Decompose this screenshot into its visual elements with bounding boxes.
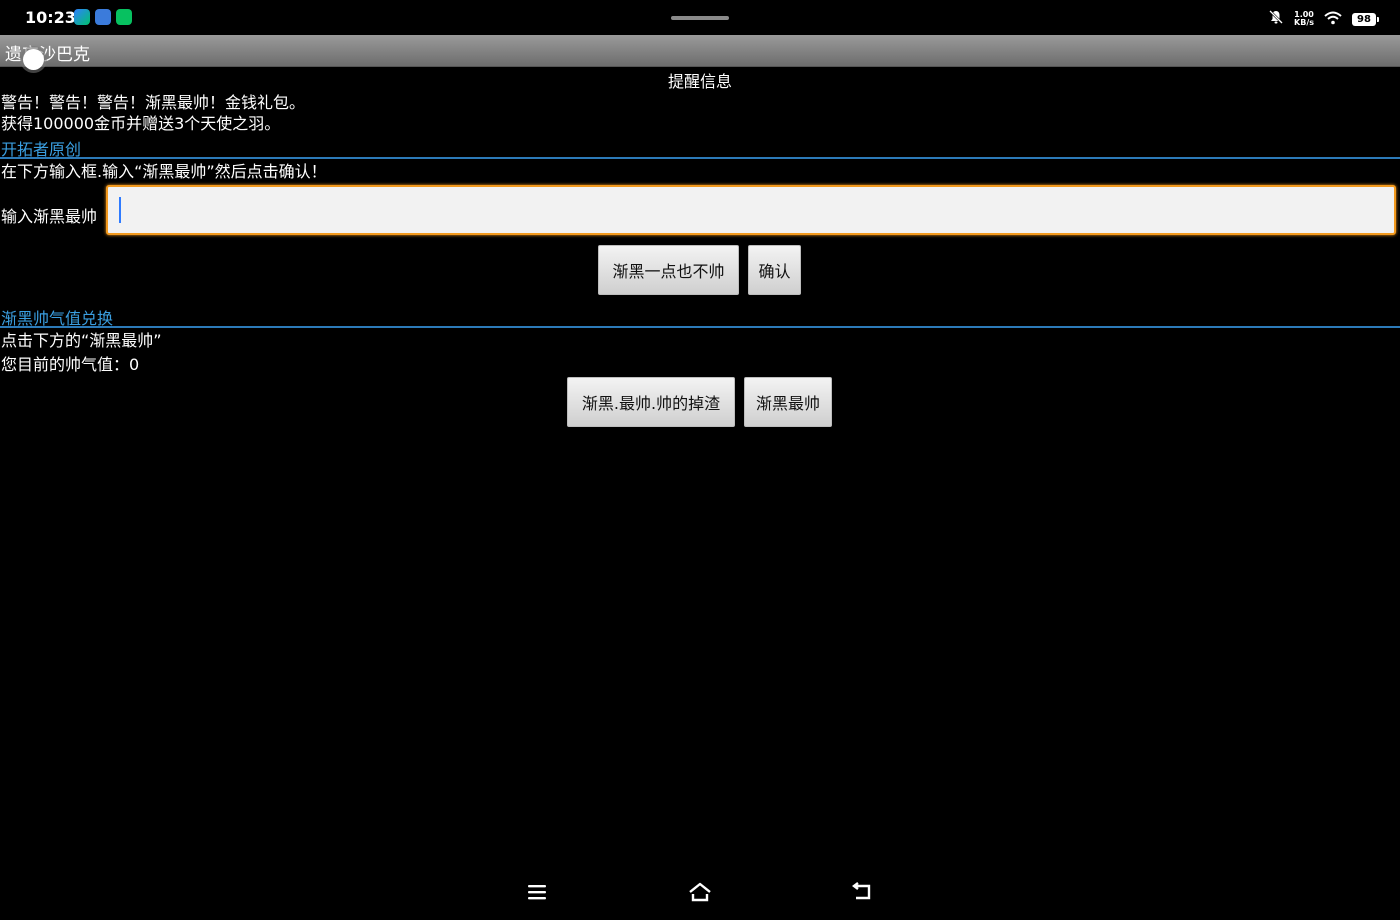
warning-line-2: 获得100000金币并赠送3个天使之羽。: [1, 114, 281, 133]
input-label: 输入渐黑最帅: [1, 207, 98, 226]
wechat-icon: [116, 9, 132, 25]
navigation-bar: [0, 864, 1400, 920]
warning-line-1: 警告！警告！警告！渐黑最帅！金钱礼包。: [1, 93, 306, 112]
menu-button[interactable]: [517, 874, 557, 910]
status-right-icons: 1.00 KB/s 98: [1268, 9, 1379, 29]
status-time: 10:23: [25, 8, 76, 27]
back-button[interactable]: [842, 874, 882, 910]
screen: 10:23 1.00 KB/s 98 遗忘沙巴克 提醒信息 警告！警告！警告！渐…: [0, 0, 1400, 920]
app-title: 遗忘沙巴克: [5, 45, 90, 65]
section-divider: [0, 326, 1400, 328]
wifi-icon: [1324, 10, 1342, 29]
menu-icon: [528, 885, 546, 900]
not-handsome-button[interactable]: 渐黑一点也不帅: [598, 245, 739, 295]
confirm-button[interactable]: 确认: [748, 245, 801, 295]
text-input-box[interactable]: [106, 185, 1396, 235]
points-value-line: 您目前的帅气值：0: [1, 355, 140, 374]
text-caret: [119, 197, 121, 223]
net-speed-unit: KB/s: [1294, 18, 1314, 27]
section-divider: [0, 157, 1400, 159]
dialog-title: 提醒信息: [667, 72, 732, 91]
input-instruction: 在下方输入框.输入“渐黑最帅”然后点击确认！: [1, 162, 327, 181]
keyword-input[interactable]: [108, 187, 1394, 233]
home-icon: [689, 882, 711, 902]
net-speed: 1.00 KB/s: [1294, 11, 1314, 27]
bell-muted-icon: [1268, 9, 1284, 29]
super-handsome-button[interactable]: 渐黑.最帅.帅的掉渣: [567, 377, 735, 427]
exchange-instruction: 点击下方的“渐黑最帅”: [1, 331, 162, 350]
touch-indicator: [23, 49, 44, 70]
window-handle[interactable]: [671, 16, 729, 20]
app-title-bar: 遗忘沙巴克: [0, 35, 1400, 67]
notification-icons: [74, 9, 132, 25]
play-store-icon: [74, 9, 90, 25]
home-button[interactable]: [680, 874, 720, 910]
back-icon: [852, 882, 871, 900]
status-bar: 10:23 1.00 KB/s 98: [0, 0, 1400, 35]
battery-icon: 98: [1352, 12, 1379, 26]
app-notification-icon: [95, 9, 111, 25]
most-handsome-button[interactable]: 渐黑最帅: [744, 377, 832, 427]
